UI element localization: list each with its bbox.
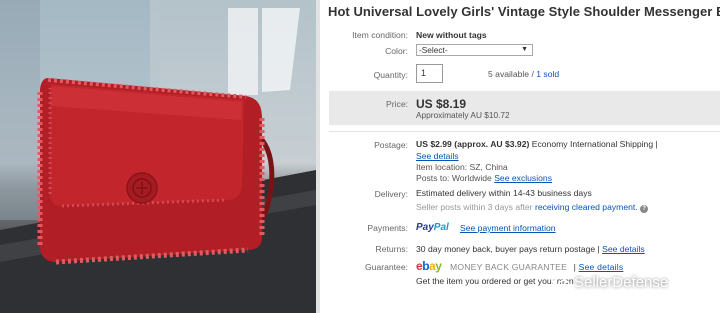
- returns-text: 30 day money back, buyer pays return pos…: [416, 244, 600, 254]
- delivery-label: Delivery:: [374, 189, 408, 199]
- postage-cost: US $2.99 (approx. AU $3.92): [416, 139, 530, 149]
- product-image-bag: [0, 0, 316, 313]
- posts-to-line: Posts to: Worldwide See exclusions: [416, 173, 552, 183]
- payments-label: Payments:: [367, 223, 408, 233]
- delivery-period: .: [635, 202, 638, 212]
- price-amount: US $8.19: [416, 97, 467, 111]
- color-select-value: -Select-: [419, 45, 448, 55]
- posts-to: Posts to: Worldwide: [416, 173, 492, 183]
- exclusions-link[interactable]: See exclusions: [494, 173, 552, 183]
- item-location: Item location: SZ, China: [416, 162, 508, 172]
- returns-details-link[interactable]: See details: [602, 244, 645, 254]
- color-select[interactable]: -Select- ▼: [416, 44, 533, 56]
- ebay-logo: ebay: [416, 259, 442, 273]
- cleared-payment-link[interactable]: receiving cleared payment: [535, 202, 635, 212]
- delivery-estimate: Estimated delivery within 14-43 business…: [416, 188, 592, 198]
- quantity-input[interactable]: 1: [416, 64, 443, 83]
- watermark-text: SellerDefense: [574, 273, 669, 291]
- listing-details: Hot Universal Lovely Girls' Vintage Styl…: [320, 0, 720, 313]
- product-photo[interactable]: [0, 0, 316, 313]
- postage-details-link[interactable]: See details: [416, 151, 459, 161]
- postage-label: Postage:: [374, 140, 408, 150]
- returns-label: Returns:: [375, 244, 408, 254]
- postage-line: US $2.99 (approx. AU $3.92) Economy Inte…: [416, 139, 658, 149]
- wechat-icon: [552, 274, 570, 289]
- condition-label: Item condition:: [352, 30, 408, 40]
- price-label: Price:: [386, 99, 408, 109]
- postage-method: Economy International Shipping |: [531, 139, 658, 149]
- availability-text: 5 available / 1 sold: [488, 69, 559, 79]
- available-count: 5 available /: [488, 69, 537, 79]
- color-label: Color:: [385, 46, 408, 56]
- payment-info-link[interactable]: See payment information: [460, 223, 556, 233]
- watermark: SellerDefense: [552, 271, 668, 293]
- price-approx: Approximately AU $10.72: [416, 110, 510, 120]
- quantity-label: Quantity:: [373, 70, 408, 80]
- guarantee-label: Guarantee:: [365, 262, 408, 272]
- sold-link[interactable]: 1 sold: [536, 69, 559, 79]
- returns-line: 30 day money back, buyer pays return pos…: [416, 244, 645, 254]
- item-title: Hot Universal Lovely Girls' Vintage Styl…: [328, 4, 720, 19]
- condition-value: New without tags: [416, 30, 487, 40]
- info-icon[interactable]: ?: [640, 205, 649, 213]
- paypal-logo: PayPal: [416, 222, 449, 233]
- divider: [329, 131, 720, 132]
- delivery-note: Seller posts within 3 days after: [416, 202, 533, 212]
- delivery-note-line: Seller posts within 3 days after receivi…: [416, 202, 649, 213]
- chevron-down-icon: ▼: [521, 46, 528, 53]
- guarantee-line: Get the item you ordered or get your mon: [416, 276, 574, 286]
